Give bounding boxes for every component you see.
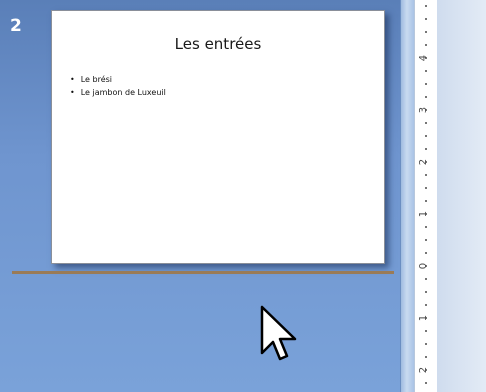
ruler-tick [425,330,427,332]
ruler-tick [425,382,427,384]
ruler-label: 2 [418,367,429,373]
ruler-tick [425,135,427,137]
ruler-tick [425,369,427,371]
slide-number: 2 [10,16,22,36]
ruler-tick [425,31,427,33]
ruler-tick [425,265,427,267]
ruler-tick [425,187,427,189]
ruler-ticks: 4 3 2 1 0 1 2 [418,5,429,384]
ruler-tick [425,109,427,111]
pane-splitter[interactable] [400,0,414,392]
ruler-label: 0 [418,263,429,269]
ruler-label: 2 [418,159,429,165]
ruler-tick [425,18,427,20]
ruler-tick [425,174,427,176]
slides-pane[interactable]: 2 Les entrées Le brési Le jambon de Luxe… [0,0,400,392]
ruler-tick [425,200,427,202]
ruler-tick [425,57,427,59]
mouse-pointer-icon [260,305,297,361]
ruler-tick [425,70,427,72]
ruler-tick [425,239,427,241]
slide-title: Les entrées [174,35,262,53]
ruler-tick [425,83,427,85]
ruler-tick [425,122,427,124]
ruler-tick [425,44,427,46]
ruler-tick [425,343,427,345]
ruler-tick [425,304,427,306]
slide-bullet: Le brési [70,73,166,86]
ruler-label: 4 [418,55,429,61]
ruler-tick [425,278,427,280]
ruler-label: 3 [418,107,429,113]
vertical-ruler: 4 3 2 1 0 1 2 [414,0,438,392]
editor-margin [437,0,486,392]
ruler-tick [425,96,427,98]
ruler-tick [425,161,427,163]
ruler-tick [425,317,427,319]
ruler-tick [425,226,427,228]
slide-thumbnail[interactable]: Les entrées Le brési Le jambon de Luxeui… [51,10,385,264]
ruler-tick [425,5,427,7]
slide-bullet: Le jambon de Luxeuil [70,86,166,99]
ruler-tick [425,148,427,150]
ruler-tick [425,252,427,254]
ruler-tick [425,213,427,215]
slide-bullet-list: Le brési Le jambon de Luxeuil [70,73,166,99]
slide-insertion-marker [12,271,394,274]
ruler-tick [425,356,427,358]
ruler-tick [425,291,427,293]
ruler-label: 1 [418,315,429,321]
ruler-label: 1 [418,211,429,217]
